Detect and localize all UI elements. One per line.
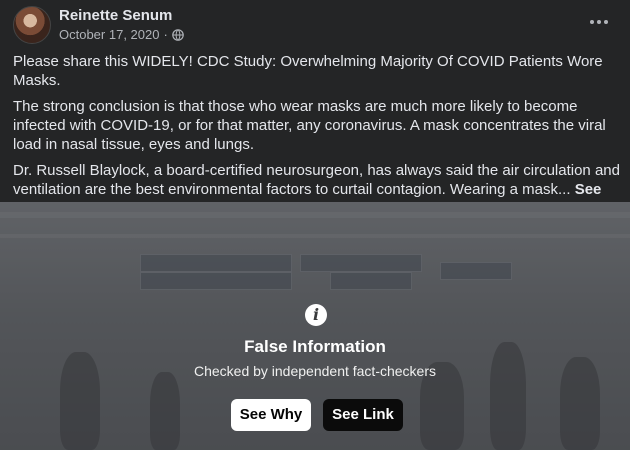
post-paragraph-1: Please share this WIDELY! CDC Study: Ove… [13, 53, 603, 89]
see-link-button[interactable]: See Link [323, 399, 403, 431]
post-text: Please share this WIDELY! CDC Study: Ove… [13, 52, 623, 225]
post-paragraph-3-text: Dr. Russell Blaylock, a board-certified … [13, 162, 620, 198]
warning-subtitle: Checked by independent fact-checkers [193, 363, 437, 379]
author-avatar[interactable] [13, 6, 51, 44]
more-dot [590, 20, 594, 24]
meta-separator: · [163, 27, 168, 42]
info-icon: i [305, 304, 327, 326]
more-options-icon[interactable] [587, 14, 611, 30]
post-header: Reinette Senum October 17, 2020 · [0, 0, 630, 50]
author-name[interactable]: Reinette Senum [59, 7, 172, 24]
more-dot [597, 20, 601, 24]
globe-icon[interactable] [172, 28, 184, 41]
facebook-post: Reinette Senum October 17, 2020 · Please… [0, 0, 630, 450]
post-meta: October 17, 2020 · [59, 27, 184, 42]
more-dot [604, 20, 608, 24]
see-why-button[interactable]: See Why [231, 399, 311, 431]
blurred-post-image[interactable]: i False Information Checked by independe… [0, 202, 630, 450]
post-date[interactable]: October 17, 2020 [59, 27, 159, 42]
post-paragraph-2: The strong conclusion is that those who … [13, 98, 606, 153]
warning-title: False Information [244, 337, 386, 356]
false-info-overlay [0, 202, 630, 450]
